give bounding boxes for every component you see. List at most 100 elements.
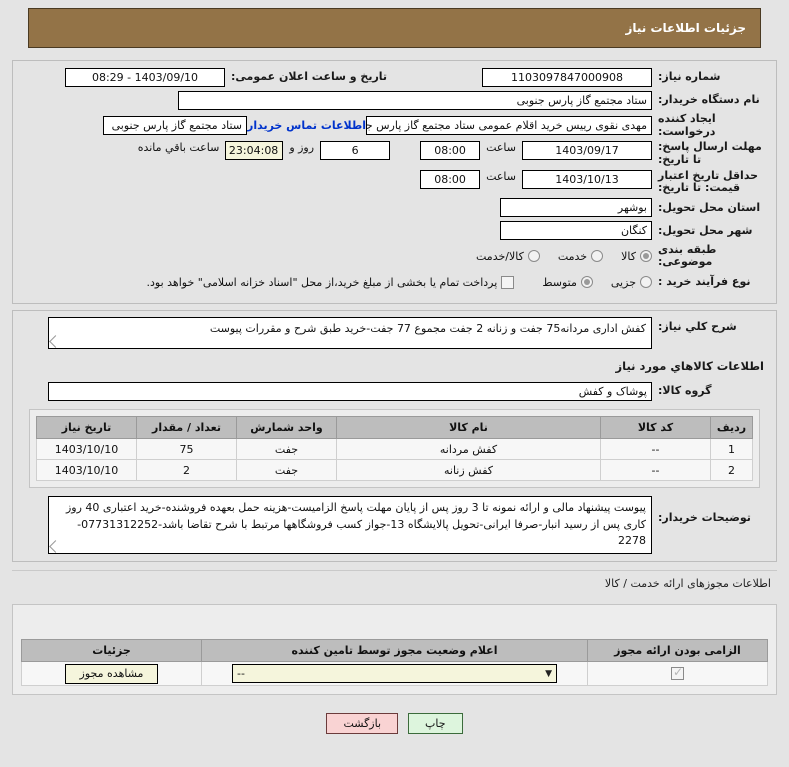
row-process: نوع فرآیند خرید : جزیی متوسط پرداخت تمام…	[21, 272, 768, 292]
radio-icon-kala-khedmat[interactable]	[527, 250, 540, 263]
table-row: ▼ -- مشاهده مجوز	[21, 661, 768, 687]
lic-cell-detail: مشاهده مجوز	[21, 661, 202, 687]
goods-col-qty: تعداد / مقدار	[136, 416, 237, 440]
row-need-number: شماره نیاز: 1103097847000908 تاریخ و ساع…	[21, 67, 768, 87]
goods-table-wrap: ردیف کد کالا نام کالا واحد شمارش تعداد /…	[29, 409, 760, 489]
checkbox-icon-license-required	[671, 665, 684, 681]
goods-col-name: نام کالا	[336, 416, 601, 440]
goods-cell-index: 2	[710, 459, 753, 482]
goods-table-header-row: ردیف کد کالا نام کالا واحد شمارش تعداد /…	[36, 416, 753, 440]
radio-process-motavaset[interactable]: متوسط	[542, 276, 593, 289]
licenses-table: الزامی بودن ارائه مجوز اعلام وضعیت مجوز …	[21, 639, 768, 687]
radio-icon-kala[interactable]	[640, 250, 652, 263]
goods-cell-qty: 2	[136, 459, 237, 482]
need-info-panel: شماره نیاز: 1103097847000908 تاریخ و ساع…	[12, 60, 777, 305]
goods-cell-name: کفش مردانه	[336, 438, 601, 461]
city-field[interactable]: کنگان	[500, 221, 652, 241]
radio-category-kala-khedmat[interactable]: کالا/خدمت	[476, 250, 540, 263]
licenses-section-title: اطلاعات مجوزهای ارائه خدمت / کالا	[12, 570, 777, 596]
checkbox-treasury[interactable]: پرداخت تمام یا بخشی از مبلغ خرید،از محل …	[146, 275, 515, 289]
buyer-org-secondary-field[interactable]: ستاد مجتمع گاز پارس جنوبی	[102, 116, 247, 136]
reply-deadline-hour-label: ساعت	[486, 141, 516, 155]
page-root: irantender.net جزئیات اطلاعات نیاز شماره…	[0, 0, 789, 767]
goods-col-code: کد کالا	[600, 416, 711, 440]
table-row: 1 -- کفش مردانه جفت 75 1403/10/10	[36, 438, 753, 461]
price-validity-time-field[interactable]: 08:00	[420, 169, 481, 189]
lic-col-required: الزامی بودن ارائه مجوز	[587, 639, 768, 663]
radio-process-jozii[interactable]: جزیی	[611, 276, 652, 289]
row-buyer-notes: توضیحات خریدار: پیوست پیشنهاد مالی و ارا…	[21, 496, 768, 555]
need-number-label: شماره نیاز:	[658, 69, 721, 83]
radio-label-kala-khedmat: کالا/خدمت	[476, 249, 524, 263]
licenses-panel: الزامی بودن ارائه مجوز اعلام وضعیت مجوز …	[12, 604, 777, 696]
radio-icon-jozii[interactable]	[640, 276, 652, 289]
goods-cell-name: کفش زنانه	[336, 459, 601, 482]
goods-cell-code: --	[600, 459, 711, 482]
radio-icon-motavaset[interactable]	[580, 276, 593, 289]
checkbox-icon-treasury[interactable]	[501, 275, 515, 289]
days-and-label: روز و	[289, 141, 315, 155]
creator-field[interactable]: مهدی نقوی رییس خرید اقلام عمومی ستاد مجت…	[366, 116, 652, 136]
row-city: شهر محل تحویل: کنگان	[21, 221, 768, 241]
table-row: 2 -- کفش زنانه جفت 2 1403/10/10	[36, 459, 753, 482]
radio-label-khedmat: خدمت	[557, 249, 588, 263]
buyer-notes-textarea[interactable]: پیوست پیشنهاد مالی و ارائه نمونه تا 3 رو…	[48, 496, 652, 555]
goods-cell-unit: جفت	[236, 459, 337, 482]
goods-cell-index: 1	[710, 438, 753, 461]
view-license-button[interactable]: مشاهده مجوز	[64, 663, 159, 684]
lic-cell-status: ▼ --	[201, 661, 588, 687]
back-button[interactable]: بازگشت	[326, 713, 399, 735]
row-goods-group: گروه کالا: پوشاک و کفش	[21, 381, 768, 401]
checkbox-label-treasury: پرداخت تمام یا بخشی از مبلغ خرید،از محل …	[146, 275, 498, 289]
radio-label-kala: کالا	[621, 249, 636, 263]
goods-cell-unit: جفت	[236, 438, 337, 461]
row-buyer-org: نام دستگاه خریدار: ستاد مجتمع گاز پارس ج…	[21, 90, 768, 110]
row-reply-deadline: مهلت ارسال پاسخ: تا تاریخ: 1403/09/17 سا…	[21, 140, 768, 166]
goods-section-title: اطلاعات كالاهاي مورد نياز	[615, 359, 764, 374]
description-label: شرح كلي نياز:	[658, 320, 737, 334]
buyer-contact-link[interactable]: اطلاعات تماس خریدار	[247, 119, 366, 132]
announce-date-field[interactable]: 1403/09/10 - 08:29	[65, 67, 225, 87]
footer-buttons: چاپ بازگشت	[0, 713, 789, 735]
buyer-notes-label: توضیحات خریدار:	[658, 511, 751, 525]
reply-deadline-time-field[interactable]: 08:00	[420, 141, 481, 161]
row-description: شرح كلي نياز: کفش اداری مردانه75 جفت و ز…	[21, 317, 768, 350]
category-label: طبقه بندی موضوعی:	[658, 242, 717, 269]
reply-deadline-date-field[interactable]: 1403/09/17	[522, 141, 652, 161]
goods-table: ردیف کد کالا نام کالا واحد شمارش تعداد /…	[36, 416, 753, 482]
row-category: طبقه بندی موضوعی: کالا خدمت کالا/خدمت	[21, 242, 768, 269]
remaining-suffix-label: ساعت باقي مانده	[137, 141, 220, 155]
print-button[interactable]: چاپ	[408, 713, 463, 735]
need-number-field[interactable]: 1103097847000908	[482, 67, 652, 87]
radio-label-motavaset: متوسط	[542, 275, 577, 289]
goods-cell-code: --	[600, 438, 711, 461]
radio-category-kala[interactable]: کالا	[621, 250, 652, 263]
province-field[interactable]: بوشهر	[500, 198, 652, 218]
radio-category-khedmat[interactable]: خدمت	[557, 249, 604, 263]
goods-col-index: ردیف	[710, 416, 753, 440]
row-creator: ایجاد کننده درخواست: مهدی نقوی رییس خرید…	[21, 112, 768, 138]
buyer-org-field[interactable]: ستاد مجتمع گاز پارس جنوبی	[178, 90, 652, 110]
goods-cell-date: 1403/10/10	[36, 438, 137, 461]
province-label: استان محل تحویل:	[658, 200, 761, 214]
price-validity-date-field[interactable]: 1403/10/13	[522, 169, 652, 189]
goods-cell-qty: 75	[136, 438, 237, 461]
goods-cell-date: 1403/10/10	[36, 459, 137, 482]
radio-label-jozii: جزیی	[610, 275, 636, 289]
radio-icon-khedmat[interactable]	[591, 250, 604, 263]
goods-group-label: گروه کالا:	[658, 383, 712, 397]
page-title: جزئیات اطلاعات نیاز	[625, 21, 746, 35]
goods-group-field[interactable]: پوشاک و کفش	[48, 381, 652, 401]
license-status-value: --	[237, 667, 245, 681]
chevron-down-icon: ▼	[545, 668, 552, 679]
description-textarea[interactable]: کفش اداری مردانه75 جفت و زنانه 2 جفت مجم…	[48, 317, 652, 350]
row-price-validity: حداقل تاریخ اعتبار قیمت: تا تاریخ: 1403/…	[21, 168, 768, 195]
goods-col-date: تاریخ نیاز	[36, 416, 137, 440]
price-validity-label: حداقل تاریخ اعتبار قیمت: تا تاریخ:	[658, 168, 759, 195]
license-status-select[interactable]: ▼ --	[232, 664, 557, 684]
goods-col-unit: واحد شمارش	[236, 416, 337, 440]
page-header: جزئیات اطلاعات نیاز	[28, 8, 761, 48]
reply-deadline-label: مهلت ارسال پاسخ: تا تاریخ:	[658, 140, 762, 166]
remaining-days-field: 6	[320, 141, 391, 161]
countdown-timer-field: 23:04:08	[225, 141, 284, 161]
